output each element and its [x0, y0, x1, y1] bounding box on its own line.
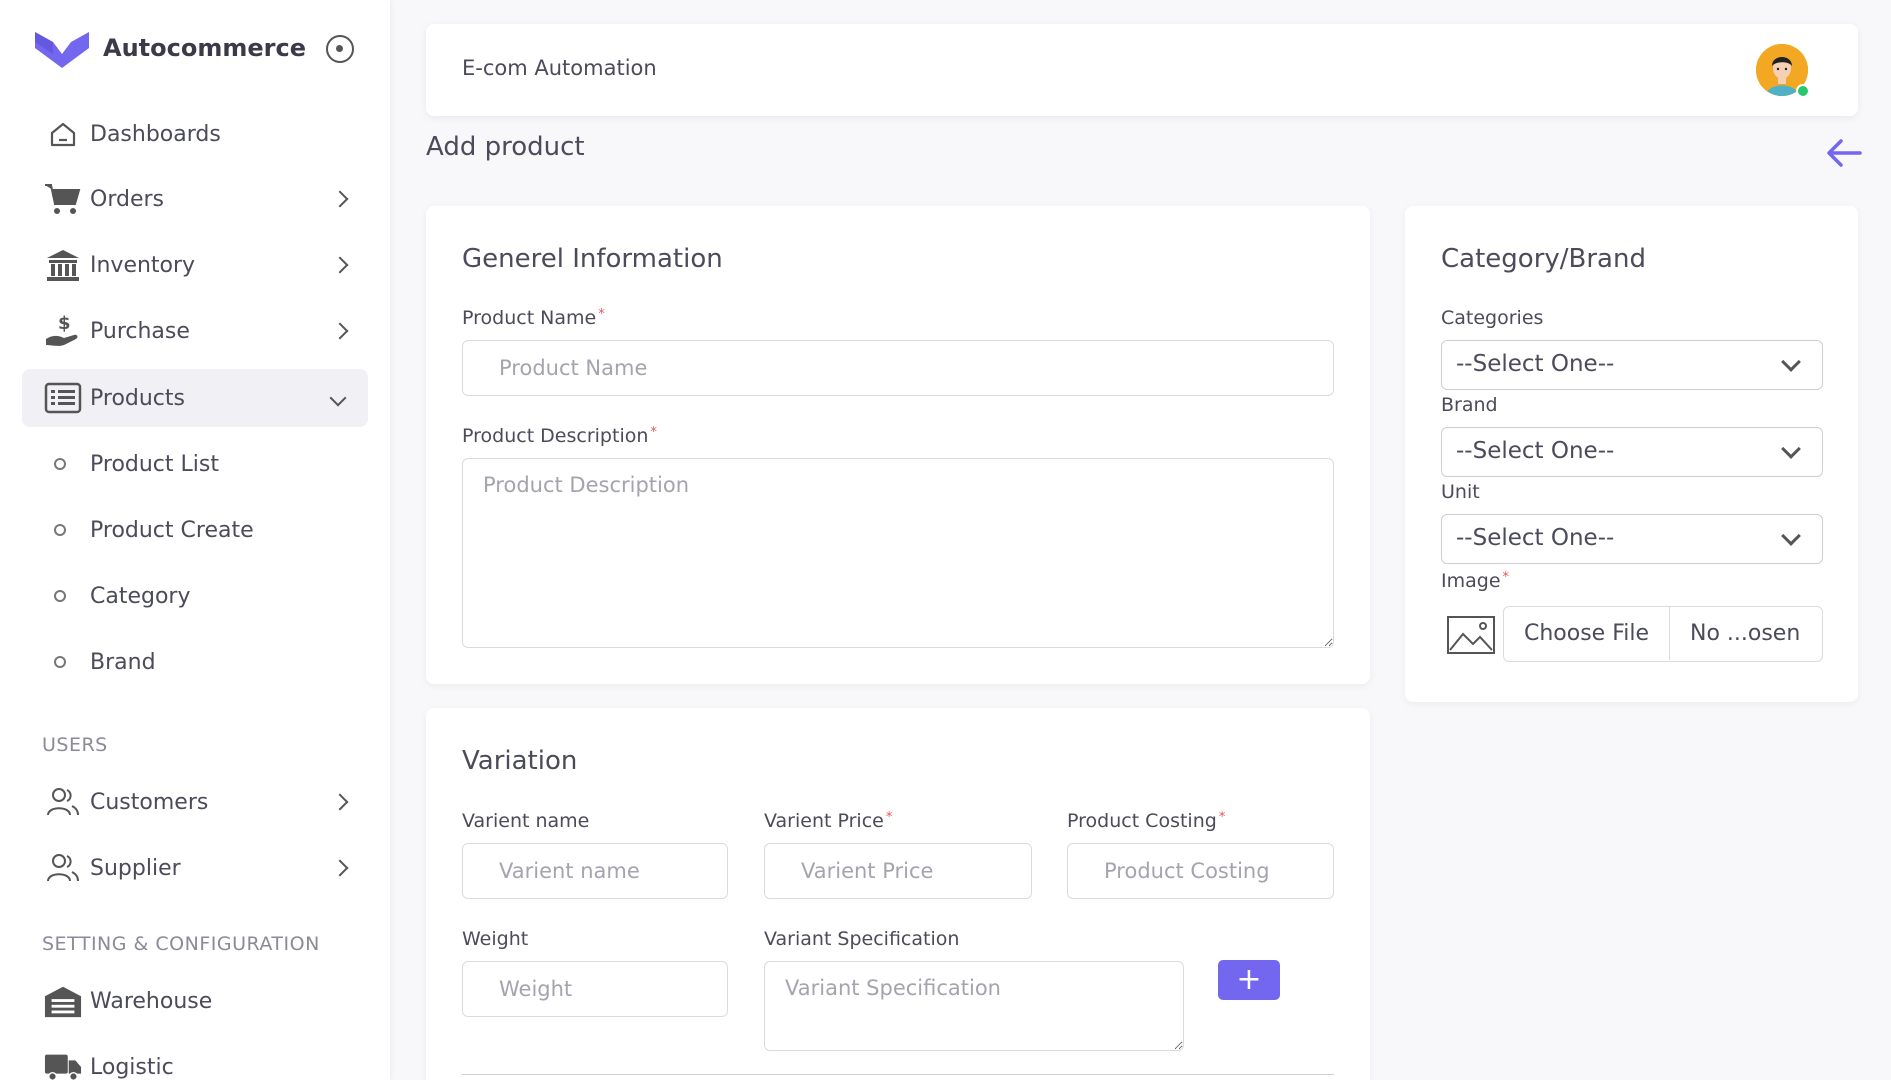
cart-icon — [44, 180, 82, 218]
chevron-down-icon — [1781, 352, 1801, 372]
chevron-right-icon — [331, 322, 349, 340]
unit-label: Unit — [1441, 481, 1480, 503]
variant-specification-textarea[interactable] — [764, 961, 1184, 1051]
circle-icon — [54, 590, 66, 602]
sidebar-item-products[interactable]: Products — [22, 369, 368, 427]
sidebar-subitem-category[interactable]: Category — [22, 567, 368, 625]
sidebar-item-supplier[interactable]: Supplier — [22, 839, 368, 897]
sidebar-item-label: Category — [90, 583, 191, 609]
sidebar-item-dashboards[interactable]: Dashboards — [22, 105, 368, 163]
brand[interactable]: Autocommerce — [35, 28, 306, 68]
card-title: Variation — [462, 746, 578, 776]
choose-file-button[interactable]: Choose File — [1504, 607, 1670, 660]
top-header: E-com Automation — [426, 24, 1858, 116]
sidebar-subitem-product-list[interactable]: Product List — [22, 435, 368, 493]
chevron-down-icon — [329, 389, 347, 407]
product-description-textarea[interactable] — [462, 458, 1334, 648]
chevron-down-icon — [1781, 526, 1801, 546]
sidebar-item-label: Warehouse — [90, 988, 213, 1014]
unit-select[interactable]: --Select One-- — [1441, 514, 1823, 564]
sidebar-item-label: Supplier — [90, 855, 181, 881]
users-icon — [44, 849, 82, 887]
online-status-dot — [1796, 84, 1810, 98]
image-label: Image * — [1441, 570, 1510, 592]
variant-name-label: Varient name — [462, 810, 590, 832]
chevron-right-icon — [331, 793, 349, 811]
brand-name: Autocommerce — [103, 34, 306, 62]
variation-card: Variation Varient name Varient Price* Pr… — [426, 708, 1370, 1080]
weight-input[interactable] — [462, 961, 728, 1017]
variant-price-input[interactable] — [764, 843, 1032, 899]
categories-label: Categories — [1441, 307, 1544, 329]
sidebar-item-customers[interactable]: Customers — [22, 773, 368, 831]
add-variant-button[interactable]: + — [1218, 960, 1280, 1000]
image-file-row: Choose File No ...osen — [1441, 606, 1823, 662]
chevron-right-icon — [331, 190, 349, 208]
sidebar-item-label: Dashboards — [90, 121, 221, 147]
sidebar-item-label: Product List — [90, 451, 219, 477]
product-name-label: Product Name * — [462, 307, 605, 329]
brand-label: Brand — [1441, 394, 1498, 416]
chevron-right-icon — [331, 859, 349, 877]
hand-dollar-icon: $ — [44, 312, 82, 350]
circle-icon — [54, 656, 66, 668]
circle-icon — [54, 524, 66, 536]
brand-select[interactable]: --Select One-- — [1441, 427, 1823, 477]
weight-label: Weight — [462, 928, 529, 950]
users-icon — [44, 783, 82, 821]
sidebar-item-label: Inventory — [90, 252, 196, 278]
header-title: E-com Automation — [462, 56, 657, 80]
product-description-label: Product Description * — [462, 425, 657, 447]
list-icon — [44, 379, 82, 417]
variant-name-input[interactable] — [462, 843, 728, 899]
divider — [462, 1074, 1334, 1075]
sidebar-item-warehouse[interactable]: Warehouse — [22, 972, 368, 1030]
card-title: Category/Brand — [1441, 244, 1646, 274]
truck-icon — [44, 1048, 82, 1080]
general-information-card: Generel Information Product Name * Produc… — [426, 206, 1370, 684]
brand-select-value: --Select One-- — [1456, 438, 1615, 464]
sidebar-subitem-product-create[interactable]: Product Create — [22, 501, 368, 559]
page-title: Add product — [426, 132, 585, 162]
chevron-down-icon — [1781, 439, 1801, 459]
unit-select-value: --Select One-- — [1456, 525, 1615, 551]
image-placeholder-icon — [1447, 616, 1495, 654]
chevron-right-icon — [331, 256, 349, 274]
sidebar-item-label: Customers — [90, 789, 209, 815]
section-label-users: USERS — [42, 734, 108, 756]
brand-logo-icon — [35, 32, 89, 68]
variant-specification-label: Variant Specification — [764, 928, 960, 950]
product-costing-input[interactable] — [1067, 843, 1334, 899]
categories-select[interactable]: --Select One-- — [1441, 340, 1823, 390]
sidebar-item-label: Product Create — [90, 517, 254, 543]
product-costing-label: Product Costing * — [1067, 810, 1226, 832]
circle-icon — [54, 458, 66, 470]
variant-price-label: Varient Price * — [764, 810, 893, 832]
warehouse-icon — [44, 982, 82, 1020]
card-title: Generel Information — [462, 244, 723, 274]
product-name-input[interactable] — [462, 340, 1334, 396]
sidebar-item-label: Logistic — [90, 1054, 174, 1080]
section-label-settings: SETTING & CONFIGURATION — [42, 933, 320, 955]
sidebar: Autocommerce Dashboards Orders Inventory… — [0, 0, 390, 1080]
sidebar-item-label: Orders — [90, 186, 164, 212]
sidebar-toggle-icon[interactable] — [326, 35, 354, 63]
back-arrow-icon[interactable] — [1826, 138, 1862, 168]
bank-icon — [44, 246, 82, 284]
sidebar-item-label: Products — [90, 385, 185, 411]
category-brand-card: Category/Brand Categories --Select One--… — [1405, 206, 1858, 702]
svg-text:$: $ — [58, 313, 71, 334]
sidebar-subitem-brand[interactable]: Brand — [22, 633, 368, 691]
sidebar-item-inventory[interactable]: Inventory — [22, 236, 368, 294]
file-name-text: No ...osen — [1690, 621, 1801, 646]
sidebar-item-purchase[interactable]: $ Purchase — [22, 302, 368, 360]
sidebar-item-orders[interactable]: Orders — [22, 170, 368, 228]
sidebar-item-label: Purchase — [90, 318, 190, 344]
categories-select-value: --Select One-- — [1456, 351, 1615, 377]
home-icon — [44, 115, 82, 153]
sidebar-item-logistic[interactable]: Logistic — [22, 1038, 368, 1080]
file-input[interactable]: Choose File No ...osen — [1503, 606, 1823, 662]
sidebar-item-label: Brand — [90, 649, 156, 675]
